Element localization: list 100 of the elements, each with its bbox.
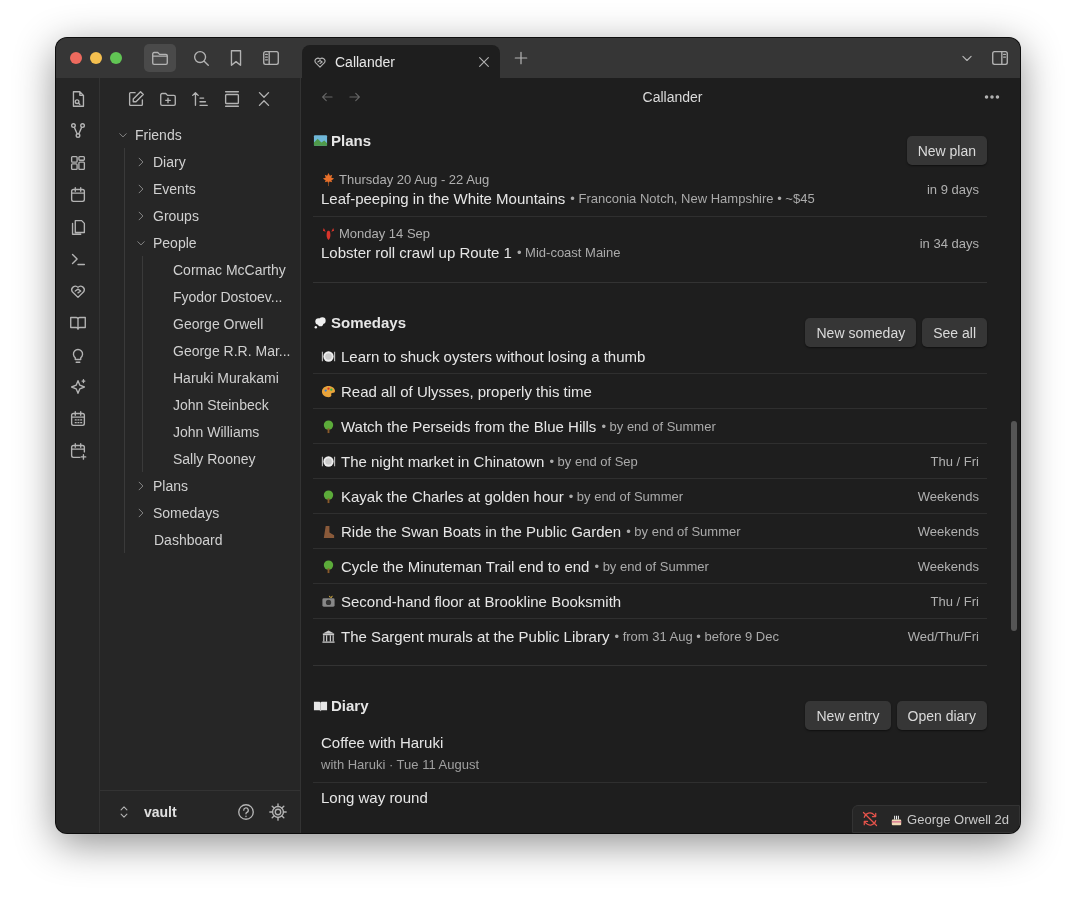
someday-item[interactable]: Watch the Perseids from the Blue Hills • by end of Summer: [313, 409, 987, 444]
item-detail: • Franconia Notch, New Hampshire • ~$45: [570, 191, 815, 206]
entry-title: Long way round: [321, 789, 428, 806]
section-heading: Plans: [331, 132, 372, 149]
tree-item-label: Somedays: [153, 504, 220, 521]
tree-item-label: George Orwell: [173, 315, 264, 332]
someday-item[interactable]: Kayak the Charles at golden hour • by end of Summer Weekends: [313, 479, 987, 514]
tree-item-label: Haruki Murakami: [173, 369, 279, 386]
plan-title: Lobster roll crawl up Route 1: [321, 244, 512, 261]
vault-name[interactable]: vault: [144, 804, 177, 820]
item-detail: • Mid-coast Maine: [516, 245, 621, 260]
file-item[interactable]: Dashboard: [134, 526, 290, 553]
settings-icon[interactable]: [268, 802, 288, 822]
section-emoji-icon: [313, 315, 328, 330]
availability: Thu / Fri: [930, 593, 979, 609]
folder-item[interactable]: Events: [134, 175, 290, 202]
action-button[interactable]: New plan: [906, 136, 987, 165]
folder-item[interactable]: Friends: [116, 121, 290, 148]
tree-item-label: Friends: [135, 126, 182, 143]
plan-emoji-icon: [321, 172, 336, 187]
someday-title: Watch the Perseids from the Blue Hills: [341, 417, 597, 435]
sync-off-icon[interactable]: [861, 810, 880, 828]
someday-title: Ride the Swan Boats in the Public Garden: [341, 522, 622, 540]
someday-item[interactable]: Cycle the Minuteman Trail end to end • by end of Summer Weekends: [313, 549, 987, 584]
folder-item[interactable]: Groups: [134, 202, 290, 229]
file-item[interactable]: John Steinbeck: [152, 391, 290, 418]
plan-emoji-icon: [321, 226, 336, 241]
someday-emoji-icon: [321, 418, 336, 434]
search-icon[interactable]: [191, 48, 211, 68]
tree-item-label: People: [153, 234, 197, 251]
someday-item[interactable]: The night market in Chinatown • by end of Sep Thu / Fri: [313, 444, 987, 479]
file-item[interactable]: George Orwell: [152, 310, 290, 337]
countdown: in 9 days: [926, 182, 979, 197]
tree-item-label: George R.R. Mar...: [173, 342, 291, 359]
new-tab-icon[interactable]: [512, 49, 530, 67]
new-note-icon[interactable]: [126, 89, 146, 109]
someday-item[interactable]: The Sargent murals at the Public Library • from 31 Aug • before 9 Dec Wed/Thu/Fri: [313, 619, 987, 653]
someday-title: Cycle the Minuteman Trail end to end: [341, 557, 590, 575]
file-item[interactable]: George R.R. Mar...: [152, 337, 290, 364]
item-detail: • from 31 Aug • before 9 Dec: [614, 628, 779, 644]
tree-item-label: Events: [153, 180, 196, 197]
right-sidebar-toggle-icon[interactable]: [990, 48, 1010, 68]
availability: Wed/Thu/Fri: [907, 628, 979, 644]
section-emoji-icon: [313, 133, 328, 148]
tree-item-label: Cormac McCarthy: [173, 261, 286, 278]
window-control-button[interactable]: [90, 52, 102, 64]
item-detail: • by end of Sep: [549, 453, 638, 469]
someday-emoji-icon: [321, 348, 336, 364]
someday-item[interactable]: Second-hand floor at Brookline Booksmith Thu / Fri: [313, 584, 987, 619]
action-button[interactable]: Open diary: [896, 701, 987, 730]
file-item[interactable]: John Williams: [152, 418, 290, 445]
folder-item[interactable]: Somedays: [134, 499, 290, 526]
someday-emoji-icon: [321, 593, 336, 609]
folder-item[interactable]: People: [134, 229, 290, 256]
action-button[interactable]: New entry: [805, 701, 891, 730]
someday-emoji-icon: [321, 488, 336, 504]
someday-item[interactable]: Ride the Swan Boats in the Public Garden • by end of Summer Weekends: [313, 514, 987, 549]
plan-item[interactable]: Thursday 20 Aug - 22 Aug Leaf-peeping in the White Mountains • Franconia Notch, New Hampshire • ~$45 in 9 days: [313, 163, 987, 217]
countdown: in 34 days: [919, 236, 979, 251]
file-item[interactable]: Sally Rooney: [152, 445, 290, 472]
someday-item[interactable]: Read all of Ulysses, properly this time: [313, 374, 987, 409]
tab[interactable]: Callander: [302, 45, 500, 78]
plan-date: Thursday 20 Aug - 22 Aug: [339, 172, 490, 187]
entry-title: Coffee with Haruki: [321, 734, 444, 751]
tree-item-label: Sally Rooney: [173, 450, 256, 467]
view-title: Callander: [641, 88, 704, 105]
tree-item-label: Diary: [153, 153, 186, 170]
tree-item-label: Plans: [153, 477, 189, 494]
someday-emoji-icon: [321, 453, 336, 469]
card-view-icon[interactable]: [222, 89, 242, 109]
action-button[interactable]: See all: [922, 318, 987, 347]
entry-meta: with Haruki · Tue 11 August: [321, 757, 479, 772]
file-explorer-button[interactable]: [144, 44, 176, 72]
item-detail: • by end of Summer: [568, 488, 684, 504]
file-item[interactable]: Haruki Murakami: [152, 364, 290, 391]
sort-icon[interactable]: [190, 89, 210, 109]
window-control-button[interactable]: [70, 52, 82, 64]
sidebar-toggle-icon[interactable]: [261, 48, 281, 68]
tree-item-label: Dashboard: [154, 531, 223, 548]
window-control-button[interactable]: [110, 52, 122, 64]
file-item[interactable]: Cormac McCarthy: [152, 256, 290, 283]
folder-item[interactable]: Diary: [134, 148, 290, 175]
file-item[interactable]: Fyodor Dostoev...: [152, 283, 290, 310]
plan-item[interactable]: Monday 14 Sep Lobster roll crawl up Route 1 • Mid-coast Maine in 34 days: [313, 217, 987, 270]
tree-item-label: John Steinbeck: [173, 396, 269, 413]
folder-item[interactable]: Plans: [134, 472, 290, 499]
tree-item-label: Groups: [153, 207, 199, 224]
action-button[interactable]: New someday: [805, 318, 917, 347]
someday-title: Second-hand floor at Brookline Booksmith: [341, 592, 622, 610]
help-icon[interactable]: [236, 802, 256, 822]
availability: Weekends: [917, 488, 979, 504]
plan-title: Leaf-peeping in the White Mountains: [321, 190, 566, 207]
section-heading: Diary: [331, 697, 369, 714]
tree-item-label: John Williams: [173, 423, 260, 440]
someday-emoji-icon: [321, 383, 336, 399]
scrollbar[interactable]: [1011, 421, 1017, 631]
item-detail: • by end of Summer: [601, 418, 716, 434]
availability: Thu / Fri: [930, 453, 979, 469]
item-detail: • by end of Summer: [626, 523, 741, 539]
item-detail: • by end of Summer: [594, 558, 709, 574]
